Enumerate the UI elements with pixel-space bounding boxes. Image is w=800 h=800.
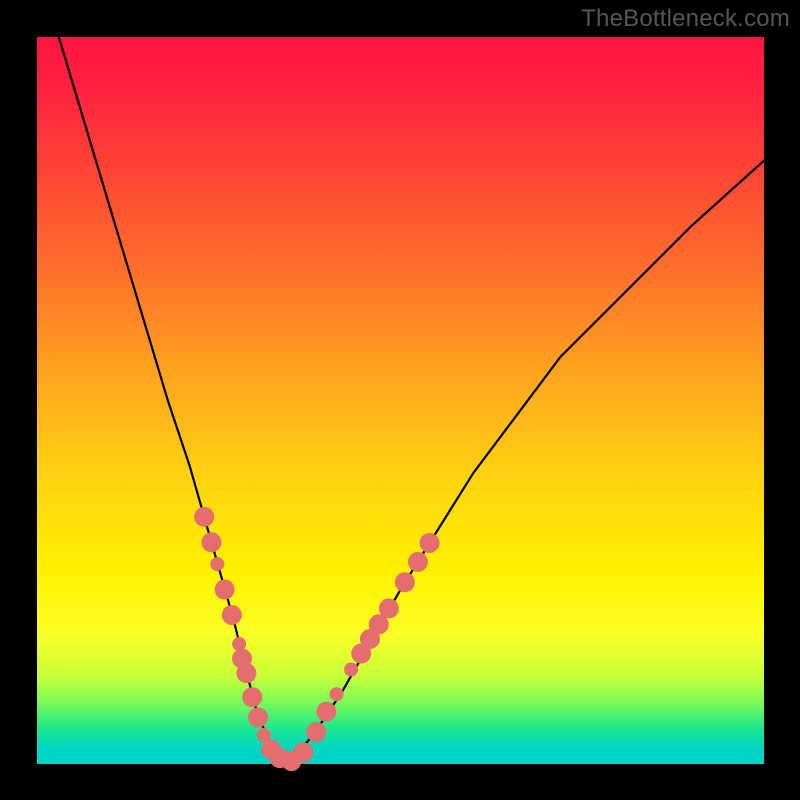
- chart-frame: TheBottleneck.com: [0, 0, 800, 800]
- data-point-marker: [420, 533, 440, 553]
- data-point-marker: [201, 532, 221, 552]
- data-point-marker: [215, 580, 235, 600]
- data-point-marker: [293, 742, 313, 762]
- data-point-marker: [306, 722, 326, 742]
- data-point-marker: [316, 702, 336, 722]
- data-point-marker: [222, 605, 242, 625]
- data-point-marker: [330, 687, 344, 701]
- plot-area: [37, 37, 764, 764]
- chart-svg: [37, 37, 764, 764]
- data-point-marker: [379, 598, 399, 618]
- data-point-marker: [248, 707, 268, 727]
- data-point-marker: [210, 557, 224, 571]
- data-point-marker: [395, 572, 415, 592]
- bottleneck-curve-line: [59, 37, 764, 764]
- data-point-marker: [242, 687, 262, 707]
- watermark-text: TheBottleneck.com: [581, 5, 790, 33]
- data-point-marker: [344, 662, 358, 676]
- data-point-marker: [236, 663, 256, 683]
- data-point-marker: [408, 552, 428, 572]
- marker-group: [194, 507, 439, 771]
- data-point-marker: [194, 507, 214, 527]
